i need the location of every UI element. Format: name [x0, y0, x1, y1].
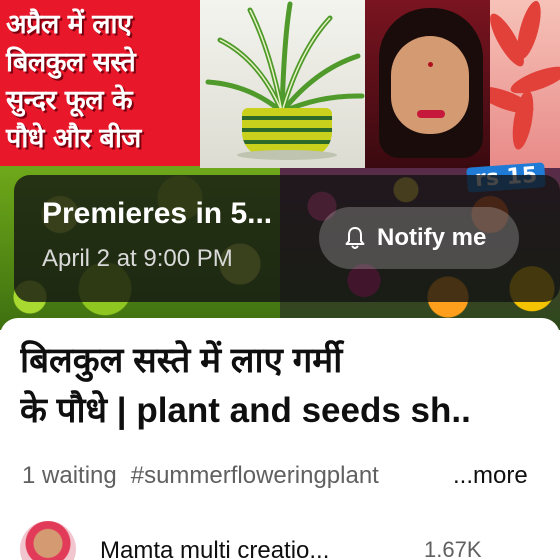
notify-me-label: Notify me — [377, 224, 487, 251]
video-details-card: बिलकुल सस्ते में लाए गर्मी के पौधे | pla… — [0, 318, 560, 560]
notify-me-button[interactable]: Notify me — [319, 207, 519, 269]
plant-leaves-icon — [205, 1, 365, 115]
headline-line-4: पौधे और बीज — [6, 123, 141, 154]
headline-line-2: बिलकुल सस्ते — [6, 47, 136, 78]
subscriber-count: 1.67K — [424, 537, 482, 560]
waiting-count: 1 waiting — [22, 462, 117, 489]
presenter-lips — [417, 110, 445, 118]
channel-row[interactable]: Mamta multi creatio... 1.67K — [20, 521, 560, 560]
bell-icon — [345, 227, 365, 249]
pot-saucer — [237, 150, 337, 160]
lily-flower-image — [490, 0, 560, 168]
video-title-line-2: के पौधे | plant and seeds sh.. — [20, 391, 471, 430]
more-button[interactable]: ...more — [453, 462, 528, 490]
premiere-overlay: Premieres in 5... April 2 at 9:00 PM Not… — [14, 175, 560, 302]
presenter-face — [391, 36, 469, 134]
thumbnail-headline: अप्रैल में लाए बिलकुल सस्ते सुन्दर फूल क… — [0, 0, 200, 166]
video-title-line-1: बिलकुल सस्ते में लाए गर्मी — [20, 341, 343, 380]
video-meta: 1 waiting #summerfloweringplant — [22, 462, 379, 490]
video-title[interactable]: बिलकुल सस्ते में लाए गर्मी के पौधे | pla… — [20, 336, 550, 436]
presenter-photo — [365, 0, 495, 168]
channel-avatar[interactable] — [20, 521, 76, 560]
channel-name[interactable]: Mamta multi creatio... — [100, 537, 329, 560]
presenter-bindi — [428, 62, 433, 67]
video-thumbnail[interactable]: अप्रैल में लाए बिलकुल सस्ते सुन्दर फूल क… — [0, 0, 560, 330]
headline-line-3: सुन्दर फूल के — [6, 85, 133, 116]
lily-petal — [507, 61, 560, 99]
video-page: अप्रैल में लाए बिलकुल सस्ते सुन्दर फूल क… — [0, 0, 560, 560]
premiere-title: Premieres in 5... — [42, 197, 273, 230]
spider-plant-image — [200, 0, 365, 168]
headline-line-1: अप्रैल में लाए — [6, 9, 132, 40]
hashtag-link[interactable]: #summerfloweringplant — [131, 462, 379, 489]
lily-petal — [512, 0, 546, 62]
premiere-time: April 2 at 9:00 PM — [42, 245, 233, 272]
